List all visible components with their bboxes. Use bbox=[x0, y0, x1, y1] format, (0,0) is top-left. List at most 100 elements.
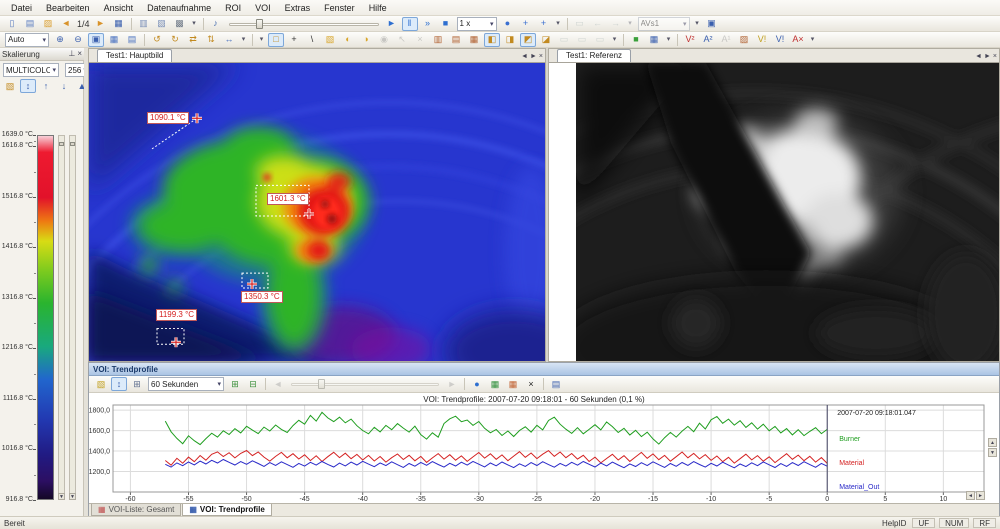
open-folder-button[interactable]: ▨ bbox=[40, 17, 56, 31]
voi-layers-button[interactable]: ▧ bbox=[93, 377, 109, 391]
chart-vertical-scrollbar[interactable]: ▲ ▼ bbox=[988, 438, 998, 457]
tab-hauptbild[interactable]: Test1: Hauptbild bbox=[97, 49, 172, 62]
scroll-left-button[interactable]: ◄ bbox=[270, 377, 286, 391]
lower-limit-track[interactable] bbox=[69, 135, 76, 500]
voi-profile-button[interactable]: V! bbox=[772, 33, 788, 47]
avs-overflow-button[interactable]: ▾ bbox=[693, 17, 702, 31]
close-icon[interactable]: × bbox=[77, 50, 82, 58]
audio-button[interactable]: ♪ bbox=[208, 17, 224, 31]
scale-up-button[interactable]: ↑ bbox=[38, 79, 54, 93]
menu-voi[interactable]: VOI bbox=[248, 2, 278, 14]
record-button[interactable]: ● bbox=[500, 17, 516, 31]
tab-scroll-right-icon[interactable]: ► bbox=[530, 53, 537, 60]
upper-limit-down-button[interactable]: ▼ bbox=[58, 493, 65, 500]
show-table-button[interactable]: ▦ bbox=[505, 377, 521, 391]
temperature-label[interactable]: 1350.3 °C bbox=[241, 291, 283, 303]
voi-tab-voi-trendprofile[interactable]: ▦VOI: Trendprofile bbox=[182, 504, 271, 516]
chart-horizontal-scrollbar[interactable]: ◄ ► bbox=[966, 491, 985, 500]
roi-list-button[interactable]: ▦ bbox=[466, 33, 482, 47]
scale-down-button[interactable]: ↓ bbox=[56, 79, 72, 93]
new-document-button[interactable]: ▯ bbox=[4, 17, 20, 31]
file-overflow-button[interactable]: ▾ bbox=[190, 17, 199, 31]
tab-close-icon[interactable]: × bbox=[993, 53, 997, 60]
snapshot-button[interactable]: ▧ bbox=[154, 17, 170, 31]
zoom-out-button[interactable]: ⊖ bbox=[70, 33, 86, 47]
palette-select[interactable]: MULTICOLOR▾ bbox=[3, 63, 59, 77]
interval-select[interactable]: 60 Sekunden▾ bbox=[148, 377, 224, 391]
zoom-fit-button[interactable]: ▣ bbox=[88, 33, 104, 47]
palette-button[interactable]: ▧ bbox=[2, 79, 18, 93]
menu-bearbeiten[interactable]: Bearbeiten bbox=[39, 2, 97, 14]
menu-datenaufnahme[interactable]: Datenaufnahme bbox=[140, 2, 218, 14]
position-slider[interactable] bbox=[229, 18, 379, 30]
scroll-up-icon[interactable]: ▲ bbox=[988, 438, 997, 447]
roi-overflow-button[interactable]: ▾ bbox=[610, 33, 619, 47]
roi-point-button[interactable]: + bbox=[286, 33, 302, 47]
tab-scroll-right-icon[interactable]: ► bbox=[984, 53, 991, 60]
roi-rectangle-button[interactable]: □ bbox=[268, 33, 284, 47]
next-event-button[interactable]: → bbox=[608, 17, 624, 31]
zoom-select[interactable]: Auto▾ bbox=[5, 33, 49, 47]
image-window-button[interactable]: ▦ bbox=[106, 33, 122, 47]
tab-referenz[interactable]: Test1: Referenz bbox=[557, 49, 631, 62]
play-overflow-button[interactable]: ▾ bbox=[554, 17, 563, 31]
export-excel-button[interactable]: ▦ bbox=[487, 377, 503, 391]
scroll-right-button[interactable]: ► bbox=[444, 377, 460, 391]
play-button[interactable]: ► bbox=[384, 17, 400, 31]
print-button[interactable]: ▩ bbox=[172, 17, 188, 31]
events-overflow-button[interactable]: ▾ bbox=[626, 17, 635, 31]
chart-magnifier-button[interactable]: ⊞ bbox=[129, 377, 145, 391]
voi-area-button[interactable]: A² bbox=[700, 33, 716, 47]
roi-lock-button[interactable]: ◧ bbox=[484, 33, 500, 47]
pin-icon[interactable]: ⊥ bbox=[68, 50, 75, 58]
temperature-label[interactable]: 1199.3 °C bbox=[156, 309, 197, 321]
prev-frame-button[interactable]: ◄ bbox=[58, 17, 74, 31]
auto-scale-button[interactable]: ↕ bbox=[20, 79, 36, 93]
profile-window-button[interactable]: ▤ bbox=[124, 33, 140, 47]
speed-select[interactable]: 1 x▾ bbox=[457, 17, 497, 31]
scroll-left-icon[interactable]: ◄ bbox=[966, 491, 975, 500]
flip-vertical-button[interactable]: ⇅ bbox=[203, 33, 219, 47]
next-frame-button[interactable]: ► bbox=[93, 17, 109, 31]
pan-button[interactable]: ↔ bbox=[221, 33, 237, 47]
roi-rotate-button[interactable]: ◉ bbox=[376, 33, 392, 47]
temperature-label[interactable]: 1090.1 °C bbox=[147, 112, 189, 124]
scroll-down-icon[interactable]: ▼ bbox=[988, 448, 997, 457]
stop-button[interactable]: ■ bbox=[438, 17, 454, 31]
voi-tab-voi-liste-gesamt[interactable]: ▦VOI-Liste: Gesamt bbox=[91, 504, 181, 516]
tab-close-icon[interactable]: × bbox=[539, 53, 543, 60]
rotate-right-button[interactable]: ↻ bbox=[167, 33, 183, 47]
temperature-label[interactable]: 1601.3 °C bbox=[267, 193, 309, 205]
copy-chart-button[interactable]: ▤ bbox=[548, 377, 564, 391]
roi-copy-button[interactable]: ▥ bbox=[430, 33, 446, 47]
scroll-right-icon[interactable]: ► bbox=[976, 491, 985, 500]
avs-select[interactable]: AVs1▾ bbox=[638, 17, 690, 31]
voi-overflow-button[interactable]: ▾ bbox=[664, 33, 673, 47]
flip-horizontal-button[interactable]: ⇄ bbox=[185, 33, 201, 47]
menu-ansicht[interactable]: Ansicht bbox=[97, 2, 141, 14]
pan-overflow-button[interactable]: ▾ bbox=[239, 33, 248, 47]
voi-more-overflow-button[interactable]: ▾ bbox=[808, 33, 817, 47]
auto-zoom-button[interactable]: ↕ bbox=[111, 377, 127, 391]
marker-down-button[interactable]: + bbox=[536, 17, 552, 31]
roi-delete-button[interactable]: × bbox=[412, 33, 428, 47]
rotate-left-button[interactable]: ↺ bbox=[149, 33, 165, 47]
voi-edit-button[interactable]: ▨ bbox=[736, 33, 752, 47]
tab-scroll-left-icon[interactable]: ◄ bbox=[521, 53, 528, 60]
lower-limit-handle[interactable] bbox=[70, 142, 75, 146]
roi-link-button[interactable]: ◨ bbox=[502, 33, 518, 47]
voi-trend-button[interactable]: V! bbox=[754, 33, 770, 47]
copy-image-button[interactable]: ▥ bbox=[136, 17, 152, 31]
trend-chart[interactable]: VOI: Trendprofile: 2007-07-20 09:18:01 -… bbox=[89, 393, 999, 503]
voi-area-off-button[interactable]: A¹ bbox=[718, 33, 734, 47]
roi-line-button[interactable]: \ bbox=[304, 33, 320, 47]
roi-freehand-button[interactable]: ◑ bbox=[358, 33, 374, 47]
link-button[interactable]: ▭ bbox=[572, 17, 588, 31]
fast-forward-button[interactable]: » bbox=[420, 17, 436, 31]
roi-paste-button[interactable]: ▤ bbox=[448, 33, 464, 47]
roi-extra1-button[interactable]: ▭ bbox=[556, 33, 572, 47]
cursor-mode-button[interactable]: ● bbox=[469, 377, 485, 391]
menu-hilfe[interactable]: Hilfe bbox=[362, 2, 394, 14]
tab-scroll-left-icon[interactable]: ◄ bbox=[975, 53, 982, 60]
menu-roi[interactable]: ROI bbox=[218, 2, 248, 14]
